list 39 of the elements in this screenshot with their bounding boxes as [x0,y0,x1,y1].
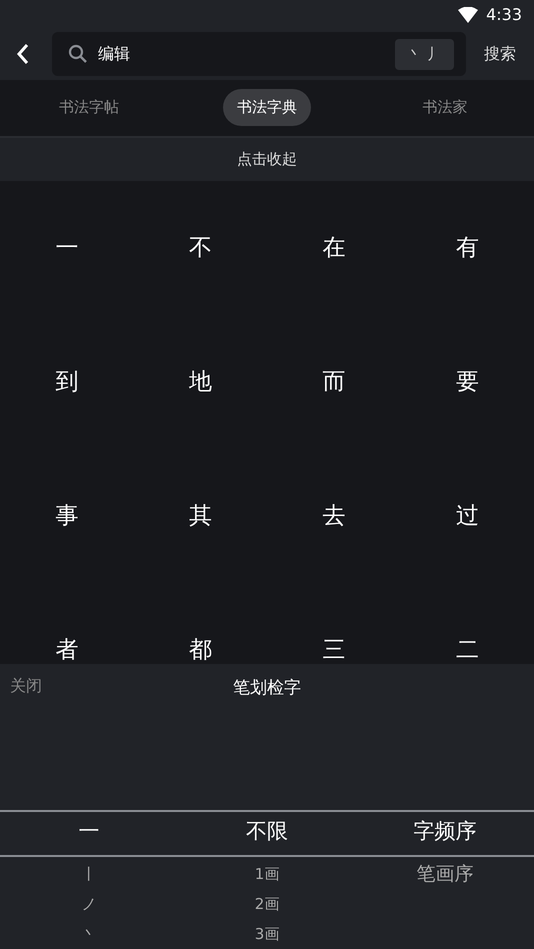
search-field[interactable]: 编辑 丶 丿 [52,32,466,76]
character-item[interactable]: 到 [55,366,78,398]
character-item[interactable]: 过 [456,500,479,532]
picker-option[interactable]: 丶 [82,918,96,949]
tab[interactable]: 书法字典 [223,89,311,126]
picker-option[interactable]: 1画 [254,858,280,889]
character-item[interactable]: 地 [188,366,212,398]
panel-title: 笔划检字 [233,676,301,699]
character-item[interactable]: 其 [188,500,212,532]
picker-option[interactable]: 2画 [254,888,280,919]
character-item[interactable]: 不 [188,232,212,264]
picker-option[interactable]: 一 [78,810,100,853]
character-item[interactable]: 在 [322,232,346,264]
picker-option[interactable]: 不限 [246,810,288,853]
character-item[interactable]: 都 [188,634,212,664]
picker-option[interactable]: 字频序 [414,810,476,853]
character-item[interactable]: 一 [55,232,78,264]
close-button[interactable]: 关闭 [10,676,42,697]
back-icon[interactable] [16,43,30,66]
stroke-key-button[interactable]: 丶 丿 [395,38,454,70]
picker-option[interactable]: ノ [82,888,96,919]
character-item[interactable]: 事 [55,500,78,532]
wifi-icon [458,6,478,23]
character-item[interactable]: 有 [456,232,479,264]
character-item[interactable]: 要 [456,366,479,398]
collapse-button[interactable]: 点击收起 [0,138,534,181]
picker-option[interactable]: 3画 [254,918,280,949]
picker-option[interactable]: 笔画序 [416,858,474,889]
search-button[interactable]: 搜索 [466,44,534,65]
character-item[interactable]: 去 [322,500,346,532]
character-item[interactable]: 三 [322,634,346,664]
character-item[interactable]: 者 [55,634,78,664]
tab[interactable]: 书法字帖 [45,89,133,126]
character-item[interactable]: 而 [322,366,346,398]
tab[interactable]: 书法家 [408,89,482,126]
character-item[interactable]: 二 [456,634,479,664]
search-icon [68,44,88,64]
status-time: 4:33 [486,5,522,24]
picker-option[interactable]: 丨 [82,858,96,889]
